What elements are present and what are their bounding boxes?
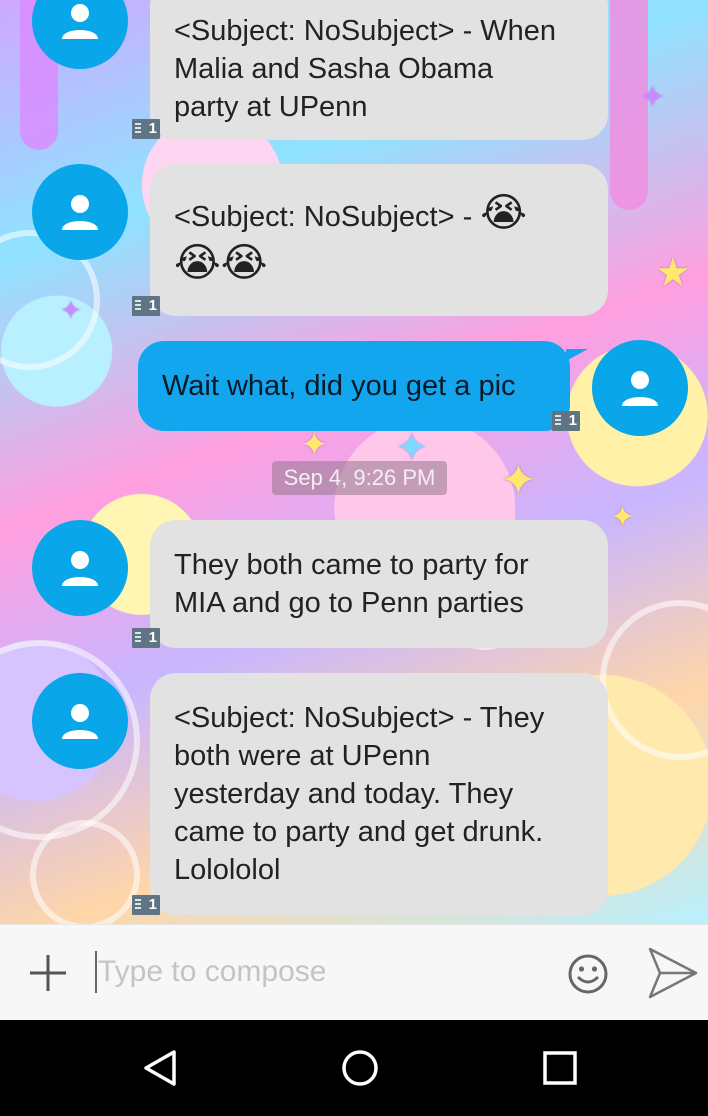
text-cursor xyxy=(95,951,97,993)
wallpaper-star: ✦ xyxy=(640,81,666,114)
message-text: <Subject: NoSubject> - They both were at… xyxy=(174,702,545,886)
crying-emoji: 😭 xyxy=(480,190,528,236)
wallpaper-star: ✦ xyxy=(610,501,636,534)
wallpaper-star: ✦ xyxy=(500,456,537,505)
person-icon xyxy=(62,551,98,586)
plus-icon[interactable] xyxy=(28,953,68,993)
sim-indicator: 1 xyxy=(132,628,160,648)
wallpaper-star: ✦ xyxy=(60,295,82,325)
compose-bar xyxy=(0,924,708,1020)
wallpaper-drip xyxy=(610,0,648,210)
person-icon xyxy=(62,4,98,39)
sim-indicator: 1 xyxy=(552,411,580,431)
message-bubble[interactable]: <Subject: NoSubject> - When Malia and Sa… xyxy=(150,0,608,140)
wallpaper-swirl xyxy=(30,820,140,924)
timestamp-divider: Sep 4, 9:26 PM xyxy=(272,461,447,495)
compose-input[interactable] xyxy=(98,949,538,995)
message-bubble-outgoing[interactable]: Wait what, did you get a pic xyxy=(138,341,570,431)
message-text: Wait what, did you get a pic xyxy=(162,370,516,402)
contact-avatar[interactable] xyxy=(32,164,128,260)
sim-indicator: 1 xyxy=(132,895,160,915)
home-circle-icon[interactable] xyxy=(340,1048,380,1088)
contact-avatar[interactable] xyxy=(32,520,128,616)
wallpaper-star: ✦ xyxy=(300,426,329,464)
crying-emoji: 😭😭 xyxy=(174,240,268,286)
android-nav-bar xyxy=(0,1020,708,1116)
contact-avatar[interactable] xyxy=(32,673,128,769)
wallpaper-star: ★ xyxy=(655,251,691,295)
bubble-tail xyxy=(566,349,588,361)
send-icon[interactable] xyxy=(646,945,700,1001)
self-avatar[interactable] xyxy=(592,340,688,436)
wallpaper-swirl xyxy=(600,600,708,760)
message-bubble[interactable]: <Subject: NoSubject> - 😭 😭😭 xyxy=(150,164,608,316)
person-icon xyxy=(62,195,98,230)
message-text: They both came to party for MIA and go t… xyxy=(174,549,529,619)
sim-indicator: 1 xyxy=(132,296,160,316)
person-icon xyxy=(622,371,658,406)
back-triangle-icon[interactable] xyxy=(140,1048,180,1088)
sim-indicator: 1 xyxy=(132,119,160,139)
message-text: <Subject: NoSubject> - xyxy=(174,201,481,233)
recents-square-icon[interactable] xyxy=(542,1050,578,1086)
smiley-icon[interactable] xyxy=(566,952,610,996)
person-icon xyxy=(62,704,98,739)
message-bubble[interactable]: <Subject: NoSubject> - They both were at… xyxy=(150,673,608,915)
message-bubble[interactable]: They both came to party for MIA and go t… xyxy=(150,520,608,648)
message-text: <Subject: NoSubject> - When Malia and Sa… xyxy=(174,15,557,123)
